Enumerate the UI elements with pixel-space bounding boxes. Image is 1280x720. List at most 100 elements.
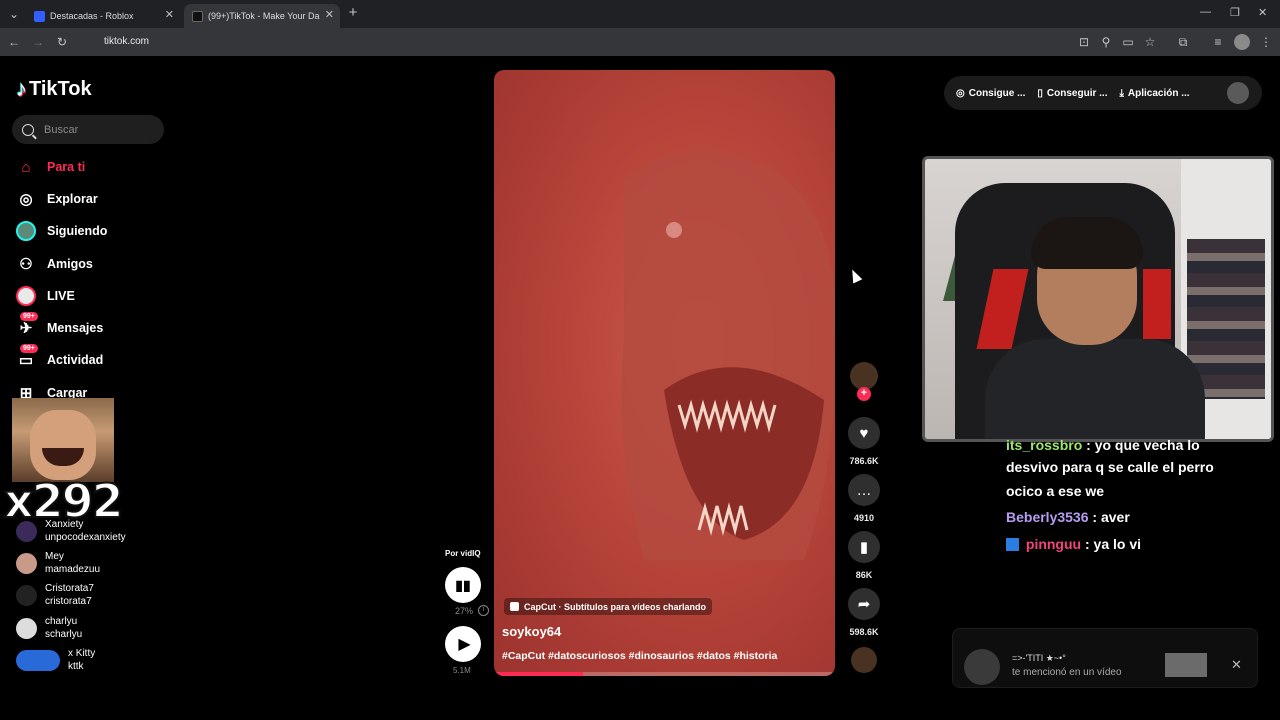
save-action[interactable]: ▮ 86K: [846, 531, 882, 580]
share-action[interactable]: ➦ 598.6K: [846, 588, 882, 637]
overlay-counter: x292: [3, 473, 125, 529]
chat-text: : aver: [1092, 509, 1130, 525]
tab-close-icon[interactable]: ✕: [325, 8, 334, 21]
back-icon[interactable]: ←: [6, 34, 22, 50]
bookmark-icon[interactable]: ▮: [848, 531, 880, 563]
reload-icon[interactable]: ↻: [54, 34, 70, 50]
account-name: charlyu: [45, 616, 78, 627]
mouse-cursor-icon: [847, 267, 863, 284]
zoom-icon[interactable]: ⚲: [1098, 34, 1114, 50]
dinosaur-image: [621, 152, 835, 560]
chat-message: Beberly3536 : aver: [1006, 506, 1130, 528]
user-avatar[interactable]: [1227, 82, 1249, 104]
roblox-favicon-icon: [34, 10, 45, 22]
comment-action[interactable]: … 4910: [846, 474, 882, 523]
creator-avatar[interactable]: [850, 362, 878, 390]
like-action[interactable]: ♥ 786.6K: [846, 417, 882, 466]
nav-explorar[interactable]: ◎ Explorar: [16, 187, 98, 211]
coins-pill-button[interactable]: ◎ Consigue ...: [956, 88, 1025, 99]
vidiq-stats-button[interactable]: ▮▮: [445, 567, 481, 603]
pill-label: Conseguir ...: [1046, 87, 1108, 99]
close-icon[interactable]: ✕: [1231, 657, 1242, 673]
nav-amigos[interactable]: ⚇ Amigos: [16, 252, 93, 276]
play-button[interactable]: ▶: [445, 626, 481, 662]
video-progress-fill: [494, 672, 583, 676]
screen: { "browser": { "tabs": [ {"label": "Dest…: [0, 0, 1280, 720]
floating-widget-icon[interactable]: [16, 649, 60, 671]
nav-label: Explorar: [47, 192, 98, 206]
translate-icon[interactable]: ⊡: [1076, 34, 1092, 50]
following-account[interactable]: x Kitty kttk: [16, 647, 95, 673]
chat-message: its_rossbro : yo que vecha lo: [1006, 434, 1266, 456]
maximize-icon[interactable]: ❐: [1230, 6, 1240, 19]
following-avatar-icon: [16, 221, 36, 241]
new-tab-button[interactable]: +: [345, 5, 361, 21]
window-close-icon[interactable]: ✕: [1258, 6, 1267, 19]
nav-mensajes[interactable]: ✈ 99+ Mensajes: [16, 312, 103, 340]
following-account[interactable]: Mey mamadezuu: [16, 550, 100, 576]
follow-plus-button[interactable]: +: [857, 387, 871, 401]
bookmark-star-icon[interactable]: ☆: [1142, 34, 1158, 50]
chat-text: : yo que vecha lo: [1086, 437, 1200, 453]
cast-icon[interactable]: ▭: [1120, 34, 1136, 50]
tab-search-icon[interactable]: ⌄: [6, 6, 22, 22]
address-bar[interactable]: tiktok.com: [80, 31, 1200, 53]
get-app-pill-button[interactable]: ▯ Conseguir ...: [1037, 88, 1107, 99]
video-author[interactable]: soykoy64: [502, 624, 561, 639]
nav-siguiendo[interactable]: Siguiendo: [16, 219, 107, 243]
media-icon[interactable]: ≡: [1210, 34, 1226, 50]
bar-chart-icon: ▮▮: [455, 576, 471, 593]
capcut-tag[interactable]: CapCut · Subtítulos para vídeos charland…: [504, 598, 713, 615]
extensions-icon[interactable]: ⧉: [1175, 34, 1191, 50]
nav-label: Siguiendo: [47, 224, 108, 238]
vidiq-label: Por vidIQ: [445, 549, 481, 558]
pill-label: Aplicación ...: [1127, 87, 1190, 99]
tab-close-icon[interactable]: ✕: [165, 8, 174, 21]
video-progress-bar[interactable]: [494, 672, 835, 676]
streamer-hair: [1031, 217, 1143, 269]
following-account[interactable]: Cristorata7 cristorata7: [16, 582, 94, 608]
info-icon[interactable]: i: [478, 605, 489, 616]
view-count: 5.1M: [453, 666, 471, 675]
menu-icon[interactable]: ⋮: [1258, 34, 1274, 50]
comment-count: 4910: [853, 513, 875, 523]
tab-tiktok[interactable]: (99+)TikTok - Make Your Da ✕: [184, 4, 340, 28]
minimize-icon[interactable]: —: [1200, 6, 1211, 18]
nav-live[interactable]: LIVE: [16, 284, 75, 308]
tiktok-note-icon: ♪: [16, 76, 27, 101]
friends-icon: ⚇: [19, 256, 33, 273]
notification-message: te mencionó en un vídeo: [1012, 667, 1122, 678]
header-actions: ◎ Consigue ... ▯ Conseguir ... ⤓ Aplicación…: [944, 76, 1262, 110]
profile-icon[interactable]: [1234, 34, 1250, 50]
comment-icon[interactable]: …: [848, 474, 880, 506]
video-hashtags[interactable]: #CapCut #datoscuriosos #dinosaurios #dat…: [502, 650, 777, 662]
pill-label: Consigue ...: [968, 87, 1026, 99]
unread-badge: 99+: [20, 344, 38, 353]
mention-notification[interactable]: =>-'TITI ★~•° te mencionó en un vídeo ✕: [952, 628, 1258, 688]
streamer-webcam: [922, 156, 1274, 442]
tiktok-favicon-icon: [192, 10, 203, 22]
activity-icon: ▭ 99+: [16, 344, 38, 370]
home-icon: ⌂: [21, 158, 31, 176]
tab-roblox[interactable]: Destacadas - Roblox ✕: [26, 4, 180, 28]
save-count: 86K: [855, 570, 873, 580]
nav-label: LIVE: [47, 289, 75, 303]
chat-badge-icon: [1006, 538, 1019, 551]
download-icon: ⤓: [1119, 87, 1124, 99]
sound-disc-icon[interactable]: [851, 647, 877, 673]
nav-para-ti[interactable]: ⌂ Para ti: [16, 155, 85, 179]
heart-icon[interactable]: ♥: [848, 417, 880, 449]
chair-accent: [1143, 269, 1171, 339]
forward-icon[interactable]: →: [30, 34, 46, 50]
desktop-app-pill-button[interactable]: ⤓ Aplicación ...: [1119, 88, 1189, 99]
video-player[interactable]: CapCut · Subtítulos para vídeos charland…: [494, 70, 835, 676]
following-account[interactable]: charlyu scharlyu: [16, 615, 82, 641]
nav-actividad[interactable]: ▭ 99+ Actividad: [16, 344, 103, 372]
share-count: 598.6K: [849, 627, 879, 637]
account-handle: unpocodexanxiety: [45, 532, 126, 543]
search-input[interactable]: Buscar: [12, 115, 164, 144]
chat-username: its_rossbro: [1006, 437, 1083, 453]
tiktok-logo[interactable]: ♪ TikTok: [16, 76, 92, 102]
account-name: Cristorata7: [45, 583, 94, 594]
share-icon[interactable]: ➦: [848, 588, 880, 620]
